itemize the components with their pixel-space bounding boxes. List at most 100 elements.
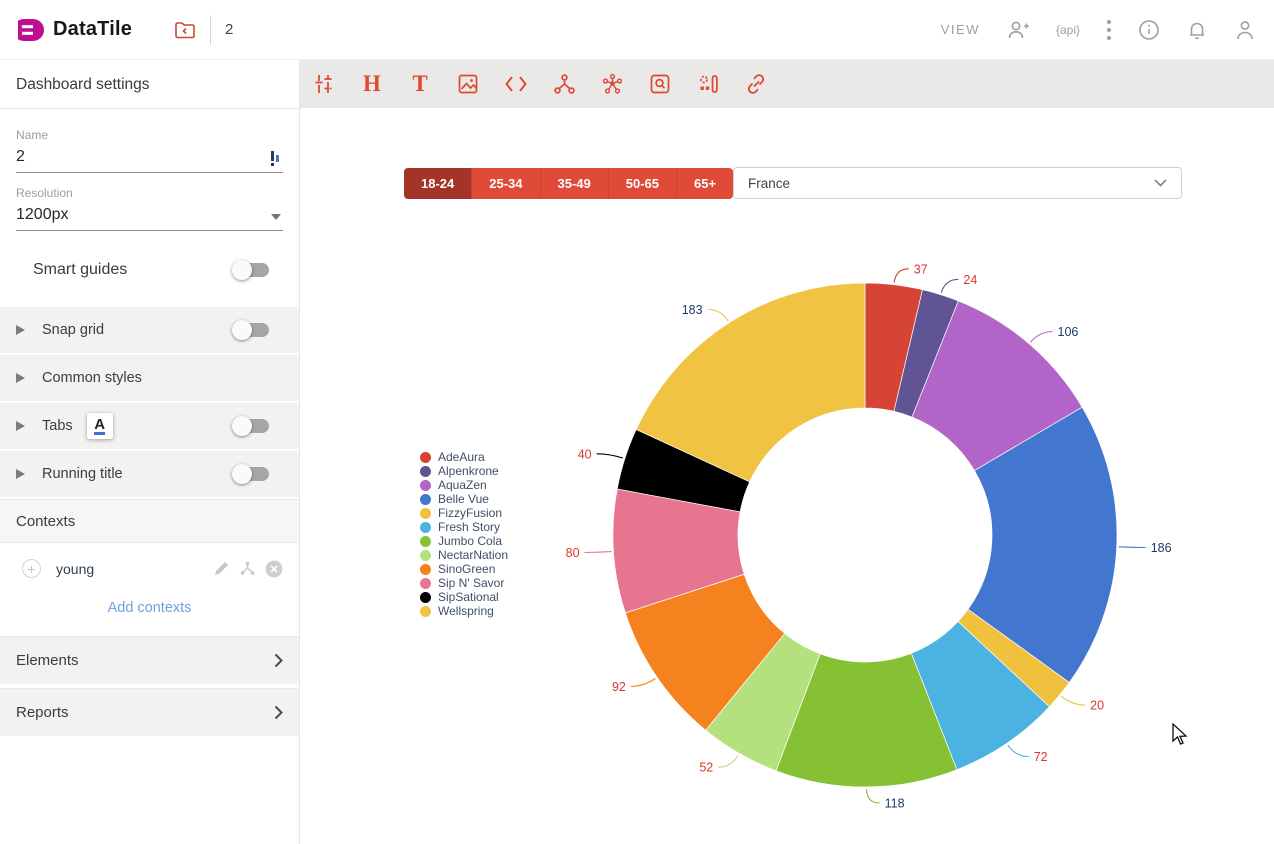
context-name: young	[56, 561, 94, 577]
app-logo[interactable]: DataTile	[18, 16, 132, 44]
name-input[interactable]: 2	[16, 148, 25, 166]
age-filter-button[interactable]: 18-24	[404, 168, 471, 199]
legend-item[interactable]: Wellspring	[420, 604, 508, 618]
country-select-value: France	[748, 176, 790, 191]
datatile-logo-icon	[18, 16, 46, 44]
legend-swatch	[420, 578, 431, 589]
image-icon[interactable]	[444, 60, 492, 108]
age-filter-button[interactable]: 35-49	[540, 168, 608, 199]
resolution-select[interactable]: 1200px	[16, 206, 69, 224]
mouse-cursor	[1172, 723, 1188, 747]
common-styles-row[interactable]: Common styles	[0, 355, 299, 401]
legend-item[interactable]: SipSational	[420, 590, 508, 604]
context-item[interactable]: + young	[0, 543, 299, 584]
slice-value-label: 20	[1090, 699, 1104, 713]
legend-item[interactable]: Alpenkrone	[420, 464, 508, 478]
info-icon[interactable]	[1138, 19, 1160, 41]
app-root: DataTile 2 VIEW {api}	[0, 0, 1274, 844]
api-icon[interactable]: {api}	[1056, 23, 1080, 37]
legend-swatch	[420, 550, 431, 561]
age-filter-button[interactable]: 65+	[676, 168, 733, 199]
chevron-down-icon[interactable]	[271, 214, 281, 220]
country-select[interactable]: France	[733, 167, 1182, 199]
notifications-icon[interactable]	[1186, 19, 1208, 41]
legend-item[interactable]: Belle Vue	[420, 492, 508, 506]
document-group: 2	[174, 15, 233, 45]
legend-label: AquaZen	[438, 478, 487, 492]
age-filter-button[interactable]: 50-65	[608, 168, 676, 199]
legend-label: Alpenkrone	[438, 464, 499, 478]
embed-code-icon[interactable]	[492, 60, 540, 108]
resolution-field: Resolution 1200px	[16, 186, 283, 231]
label-leader-line	[631, 678, 656, 686]
running-title-toggle[interactable]	[235, 467, 269, 481]
reports-label: Reports	[16, 704, 69, 721]
field-options-icon[interactable]	[269, 151, 281, 166]
add-user-icon[interactable]	[1006, 19, 1030, 41]
back-folder-icon[interactable]	[174, 20, 196, 40]
editor-toolbar: H T	[300, 60, 1274, 108]
legend-swatch	[420, 466, 431, 477]
age-filter-button[interactable]: 25-34	[471, 168, 539, 199]
legend-swatch	[420, 536, 431, 547]
heading-icon[interactable]: H	[348, 60, 396, 108]
label-leader-line	[585, 552, 612, 553]
expand-triangle-icon[interactable]	[16, 325, 25, 335]
remove-context-icon[interactable]	[265, 560, 283, 578]
legend-item[interactable]: SinoGreen	[420, 562, 508, 576]
expand-triangle-icon[interactable]	[16, 469, 25, 479]
tabs-row[interactable]: Tabs A	[0, 403, 299, 449]
view-button[interactable]: VIEW	[941, 22, 980, 37]
legend-item[interactable]: Fresh Story	[420, 520, 508, 534]
contexts-section-title: Contexts	[0, 499, 299, 543]
sidebar-item-elements[interactable]: Elements	[0, 636, 299, 684]
cluster-icon[interactable]	[588, 60, 636, 108]
search-box-icon[interactable]	[636, 60, 684, 108]
smart-guides-toggle[interactable]	[235, 263, 269, 277]
edit-pencil-icon[interactable]	[213, 560, 230, 577]
name-field-label: Name	[16, 128, 283, 142]
add-contexts-button[interactable]: Add contexts	[0, 600, 299, 616]
font-style-icon[interactable]: A	[87, 413, 113, 439]
elements-label: Elements	[16, 652, 79, 669]
legend-swatch	[420, 508, 431, 519]
running-title-row[interactable]: Running title	[0, 451, 299, 497]
expand-triangle-icon[interactable]	[16, 421, 25, 431]
slice-value-label: 92	[612, 680, 626, 694]
kebab-menu-icon[interactable]	[1106, 19, 1112, 41]
slice-value-label: 72	[1034, 750, 1048, 764]
snap-grid-row[interactable]: Snap grid	[0, 307, 299, 353]
legend-item[interactable]: FizzyFusion	[420, 506, 508, 520]
label-leader-line	[708, 309, 729, 321]
main-area: H T	[300, 60, 1274, 844]
label-leader-line	[941, 279, 958, 292]
legend-item[interactable]: AdeAura	[420, 450, 508, 464]
legend-swatch	[420, 452, 431, 463]
smart-guides-label: Smart guides	[33, 261, 127, 279]
legend-item[interactable]: Jumbo Cola	[420, 534, 508, 548]
chevron-right-icon	[274, 653, 283, 668]
legend-item[interactable]: NectarNation	[420, 548, 508, 562]
slice-value-label: 106	[1058, 325, 1079, 339]
snap-grid-toggle[interactable]	[235, 323, 269, 337]
legend-item[interactable]: AquaZen	[420, 478, 508, 492]
widget-settings-icon[interactable]	[684, 60, 732, 108]
share-nodes-icon[interactable]	[540, 60, 588, 108]
slice-value-label: 52	[699, 761, 713, 775]
logo-text: DataTile	[53, 18, 132, 41]
link-icon[interactable]	[732, 60, 780, 108]
context-nodes-icon[interactable]	[239, 560, 256, 577]
label-leader-line	[867, 789, 880, 803]
text-icon[interactable]: T	[396, 60, 444, 108]
expand-triangle-icon[interactable]	[16, 373, 25, 383]
sidebar-item-reports[interactable]: Reports	[0, 688, 299, 736]
legend-item[interactable]: Sip N' Savor	[420, 576, 508, 590]
tabs-toggle[interactable]	[235, 419, 269, 433]
account-icon[interactable]	[1234, 19, 1256, 41]
slice-value-label: 186	[1151, 541, 1172, 555]
settings-sliders-icon[interactable]	[300, 60, 348, 108]
tabs-label: Tabs	[42, 418, 73, 434]
add-circle-icon[interactable]: +	[22, 559, 41, 578]
label-leader-line	[1061, 696, 1085, 705]
legend-label: SinoGreen	[438, 562, 495, 576]
